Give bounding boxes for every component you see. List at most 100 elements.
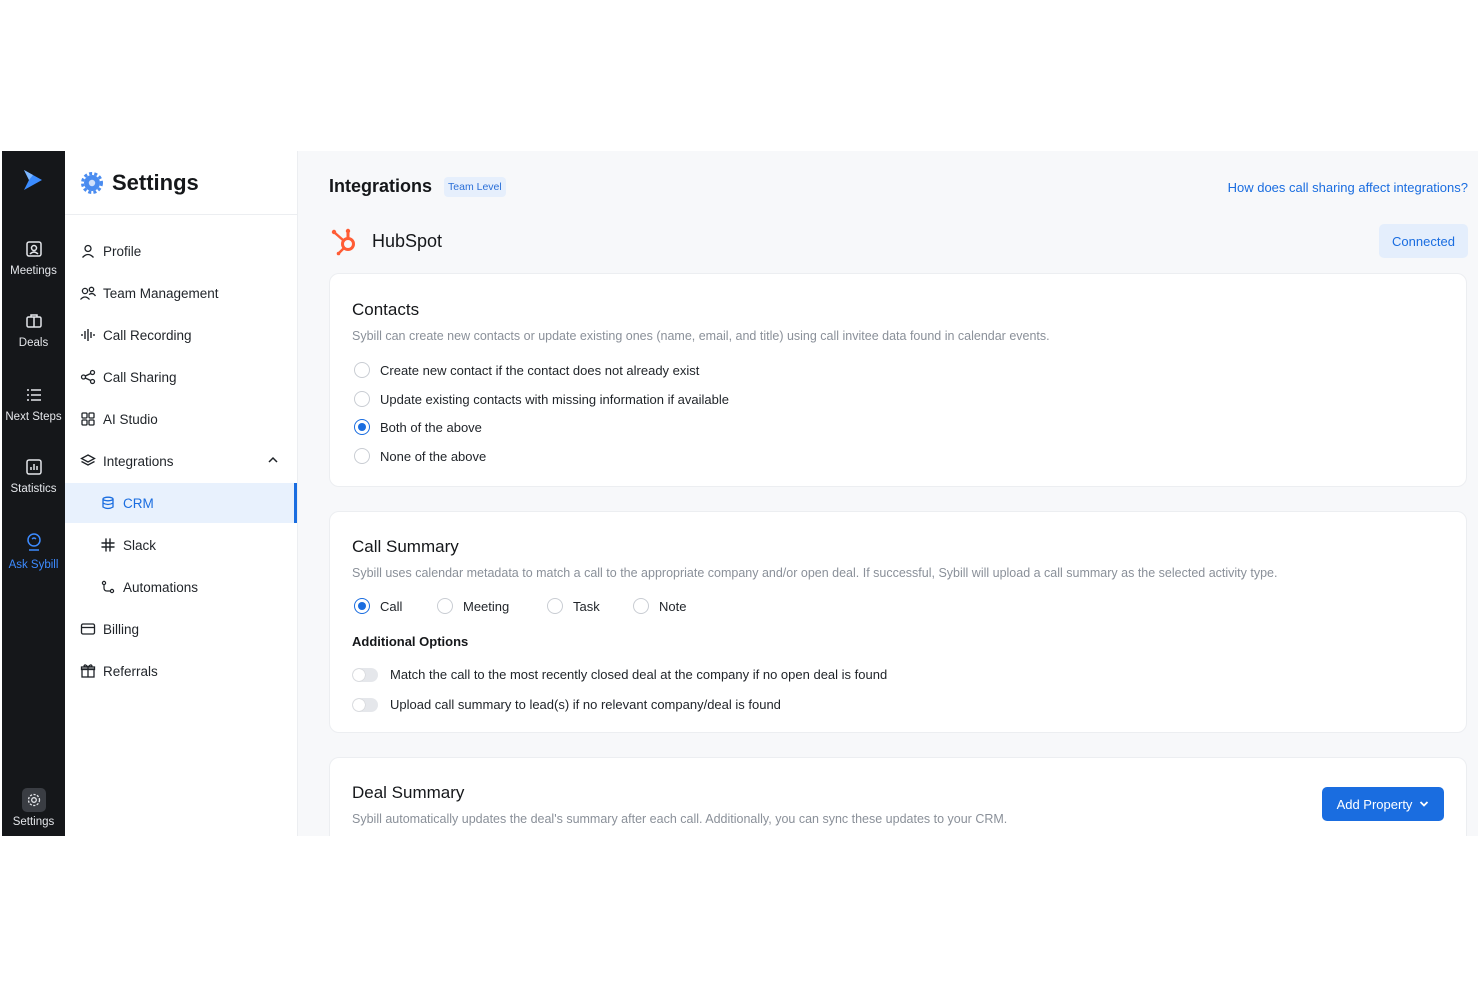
sidebar-item-label: AI Studio: [103, 411, 158, 427]
page-title: Integrations: [329, 176, 433, 196]
layers-icon: [79, 452, 97, 470]
activity-type-call[interactable]: Call: [354, 598, 402, 614]
sidebar-item-ai-studio[interactable]: AI Studio: [65, 399, 297, 439]
team-icon: [79, 284, 97, 302]
list-icon: [26, 389, 41, 401]
sidebar-item-automations[interactable]: Automations: [65, 567, 297, 607]
rail-item-label: Next Steps: [5, 411, 62, 423]
contacts-card: Contacts Sybill can create new contacts …: [329, 273, 1467, 487]
sidebar-item-label: CRM: [123, 495, 154, 511]
chevron-up-icon[interactable]: [267, 454, 279, 466]
add-property-button[interactable]: Add Property: [1322, 787, 1444, 821]
contacts-option[interactable]: Create new contact if the contact does n…: [354, 362, 699, 378]
rail-item-meetings[interactable]: Meetings: [2, 239, 65, 277]
sidebar-item-profile[interactable]: Profile: [65, 231, 297, 271]
connection-status-button[interactable]: Connected: [1379, 224, 1468, 258]
sidebar-item-call-recording[interactable]: Call Recording: [65, 315, 297, 355]
settings-sidebar: Settings Profile Team Management Call Re…: [65, 151, 298, 836]
card-title: Call Summary: [352, 537, 459, 556]
card-description: Sybill uses calendar metadata to match a…: [352, 566, 1278, 580]
sidebar-item-crm[interactable]: CRM: [65, 483, 297, 523]
sidebar-item-label: Referrals: [103, 663, 158, 679]
rail-item-label: Deals: [18, 337, 49, 349]
card-icon: [79, 620, 97, 638]
rail-item-next-steps[interactable]: Next Steps: [2, 385, 65, 423]
automation-icon: [99, 578, 117, 596]
radio-button[interactable]: [437, 598, 453, 614]
sidebar-item-label: Call Sharing: [103, 369, 177, 385]
toggle-switch[interactable]: [352, 667, 378, 682]
sidebar-item-billing[interactable]: Billing: [65, 609, 297, 649]
radio-label: Call: [380, 598, 403, 614]
sidebar-item-label: Call Recording: [103, 327, 192, 343]
database-icon: [99, 494, 117, 512]
sidebar-item-referrals[interactable]: Referrals: [65, 651, 297, 691]
radio-button[interactable]: [633, 598, 649, 614]
settings-gear-icon: [21, 788, 46, 812]
sidebar-item-slack[interactable]: Slack: [65, 525, 297, 565]
deal-summary-card: Deal Summary Sybill automatically update…: [329, 757, 1467, 836]
toggle-switch[interactable]: [352, 697, 378, 712]
card-description: Sybill automatically updates the deal's …: [352, 812, 1008, 826]
chevron-down-icon: [1420, 801, 1429, 807]
contacts-option[interactable]: Both of the above: [354, 419, 482, 435]
contacts-option[interactable]: Update existing contacts with missing in…: [354, 391, 729, 407]
briefcase-icon: [25, 314, 42, 328]
toggle-option[interactable]: Match the call to the most recently clos…: [352, 667, 887, 682]
radio-label: None of the above: [380, 448, 487, 464]
rail-item-label: Settings: [12, 816, 55, 828]
sidebar-item-label: Integrations: [103, 453, 174, 469]
slack-icon: [99, 536, 117, 554]
rail-item-deals[interactable]: Deals: [2, 311, 65, 349]
integration-header: HubSpot: [330, 226, 442, 256]
sidebar-item-label: Automations: [123, 579, 199, 595]
help-link[interactable]: How does call sharing affect integration…: [1228, 180, 1468, 195]
radio-button[interactable]: [354, 362, 370, 378]
toggle-option[interactable]: Upload call summary to lead(s) if no rel…: [352, 697, 781, 712]
settings-gear-icon: [81, 171, 103, 194]
gift-icon: [79, 662, 97, 680]
contacts-option[interactable]: None of the above: [354, 448, 486, 464]
toggle-label: Match the call to the most recently clos…: [390, 667, 888, 682]
toggle-label: Upload call summary to lead(s) if no rel…: [390, 697, 781, 712]
rail-item-settings[interactable]: Settings: [2, 784, 65, 836]
rail-item-label: Ask Sybill: [8, 559, 59, 571]
sidebar-item-label: Billing: [103, 621, 140, 637]
user-icon: [79, 242, 97, 260]
sidebar-item-label: Team Management: [103, 285, 219, 301]
card-title: Deal Summary: [352, 783, 465, 802]
grid-icon: [79, 410, 97, 428]
radio-label: Create new contact if the contact does n…: [380, 362, 700, 378]
rail-item-label: Statistics: [10, 483, 57, 495]
card-description: Sybill can create new contacts or update…: [352, 329, 1050, 343]
radio-button-selected[interactable]: [354, 598, 370, 614]
hubspot-logo-icon: [331, 228, 355, 256]
app-window: Meetings Deals Next Steps Statistics Ask…: [2, 151, 1478, 836]
sidebar-item-integrations[interactable]: Integrations: [65, 441, 297, 481]
activity-type-note[interactable]: Note: [633, 598, 686, 614]
radio-button[interactable]: [547, 598, 563, 614]
primary-rail: Meetings Deals Next Steps Statistics Ask…: [2, 151, 65, 836]
radio-button[interactable]: [354, 391, 370, 407]
card-title: Contacts: [352, 300, 420, 319]
main-content: Integrations Team Level How does call sh…: [298, 151, 1478, 836]
sidebar-item-team-management[interactable]: Team Management: [65, 273, 297, 313]
meetings-icon: [25, 241, 42, 257]
radio-button-selected[interactable]: [354, 419, 370, 435]
sidebar-item-call-sharing[interactable]: Call Sharing: [65, 357, 297, 397]
sybill-logo-icon[interactable]: [19, 166, 47, 194]
radio-label: Both of the above: [380, 419, 482, 435]
waveform-icon: [79, 326, 97, 344]
rail-item-label: Meetings: [10, 265, 57, 277]
radio-label: Note: [659, 598, 687, 614]
team-level-badge: Team Level: [444, 176, 506, 197]
rail-item-statistics[interactable]: Statistics: [2, 457, 65, 495]
rail-item-ask-sybill[interactable]: Ask Sybill: [2, 531, 65, 571]
activity-type-task[interactable]: Task: [547, 598, 600, 614]
activity-type-meeting[interactable]: Meeting: [437, 598, 509, 614]
radio-label: Meeting: [463, 598, 510, 614]
sidebar-item-label: Profile: [103, 243, 142, 259]
radio-label: Update existing contacts with missing in…: [380, 391, 730, 407]
call-summary-card: Call Summary Sybill uses calendar metada…: [329, 511, 1467, 733]
radio-button[interactable]: [354, 448, 370, 464]
